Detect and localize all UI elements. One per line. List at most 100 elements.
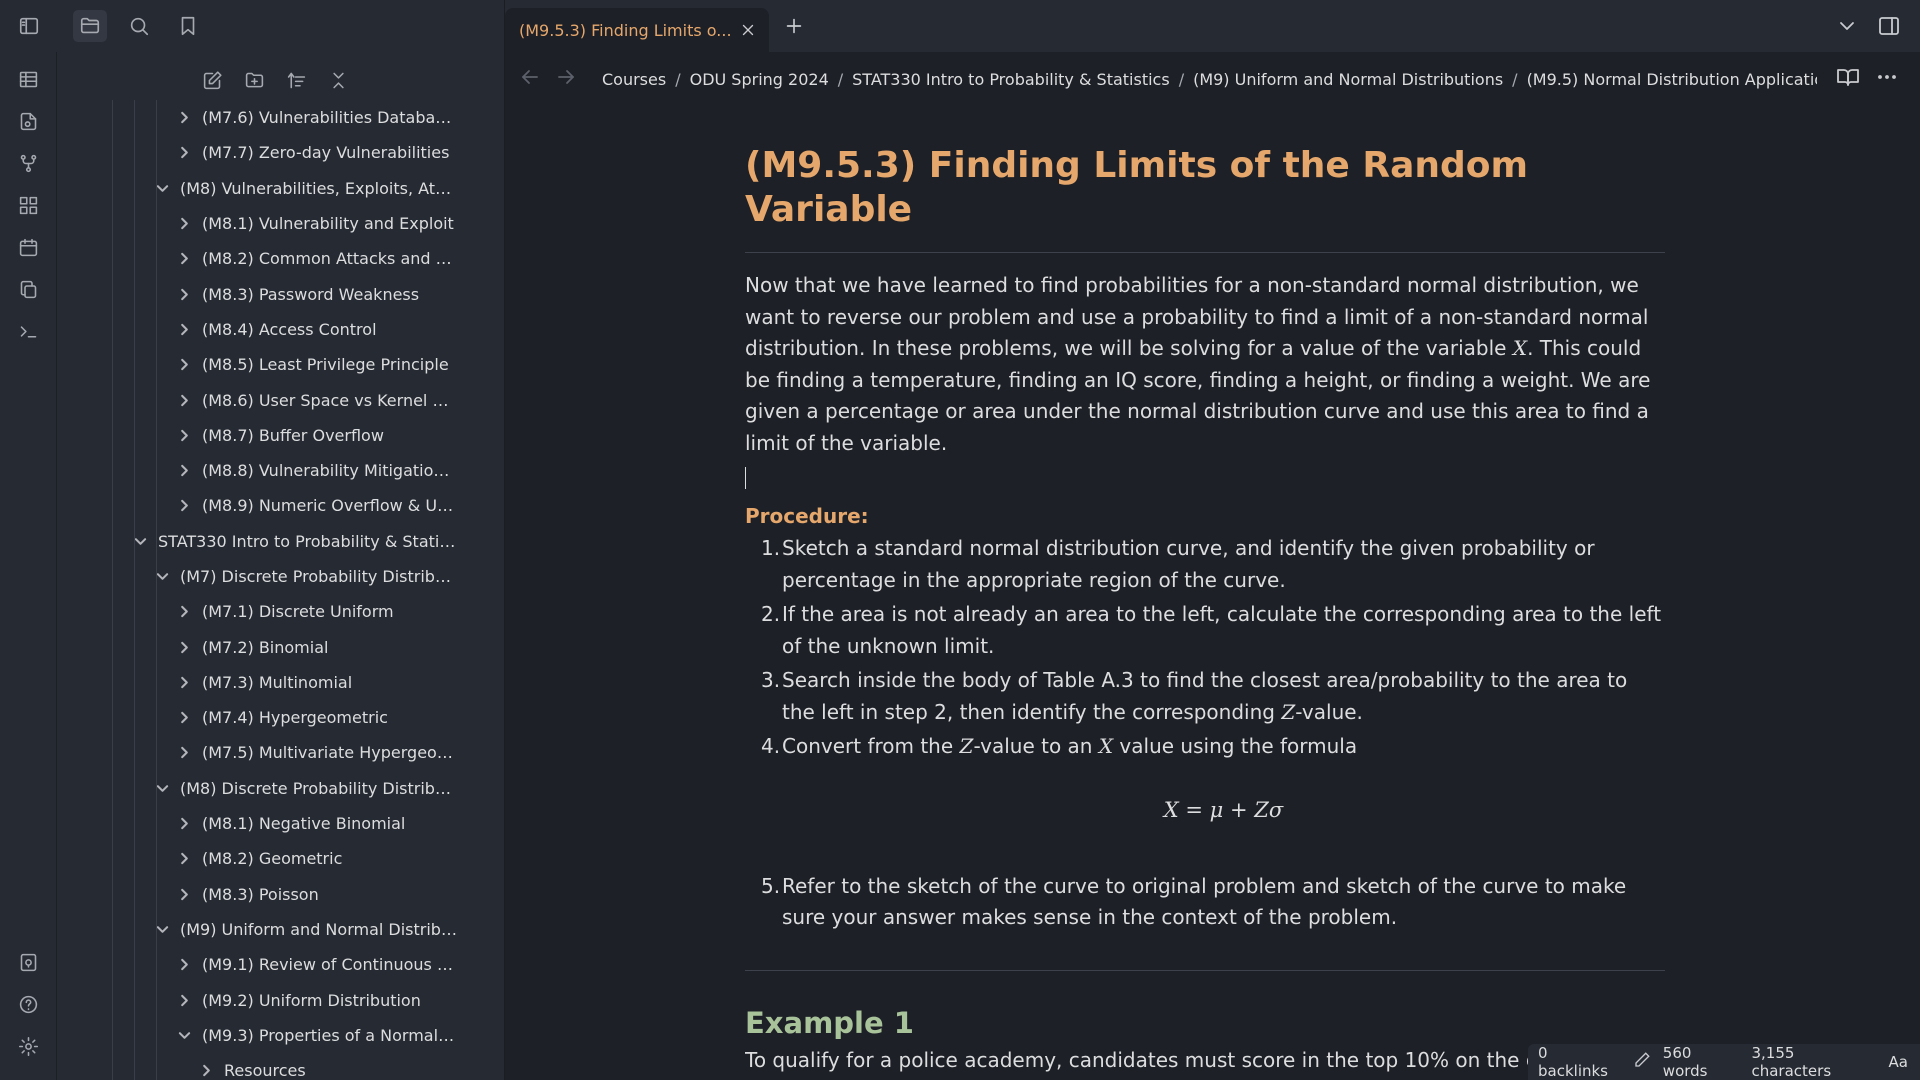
ribbon-open-file-button[interactable] — [12, 105, 44, 137]
breadcrumb-item[interactable]: (M9) Uniform and Normal Distributions — [1193, 70, 1503, 89]
chevron-right-icon[interactable] — [177, 252, 191, 266]
tree-item[interactable]: (M8.2) Geometric — [57, 841, 492, 876]
divider — [745, 969, 1665, 971]
tree-item[interactable]: Resources — [57, 1053, 492, 1080]
chevron-right-icon[interactable] — [177, 852, 191, 866]
chevron-right-icon[interactable] — [177, 499, 191, 513]
back-button[interactable] — [518, 65, 542, 89]
ribbon-table-button[interactable] — [12, 63, 44, 95]
chevron-down-icon[interactable] — [155, 181, 169, 195]
chevron-right-icon[interactable] — [177, 605, 191, 619]
tree-item[interactable]: STAT330 Intro to Probability & Statistic… — [57, 524, 492, 559]
more-options-button[interactable] — [1875, 65, 1899, 89]
ribbon-canvas-button[interactable] — [12, 189, 44, 221]
breadcrumb-item[interactable]: ODU Spring 2024 — [690, 70, 829, 89]
chevron-down-icon[interactable] — [133, 534, 147, 548]
tree-item[interactable]: (M8.6) User Space vs Kernel Spac... — [57, 382, 492, 417]
chevron-right-icon[interactable] — [177, 464, 191, 478]
ribbon-help-button[interactable] — [12, 988, 44, 1020]
tree-item[interactable]: (M7.5) Multivariate Hypergeometr... — [57, 735, 492, 770]
new-tab-button[interactable] — [783, 15, 805, 37]
breadcrumb-item[interactable]: (M9.5) Normal Distribution Applications — [1527, 70, 1817, 89]
tab-close-button[interactable] — [739, 21, 757, 39]
tree-item[interactable]: (M7.1) Discrete Uniform — [57, 594, 492, 629]
tree-item[interactable]: (M8.2) Common Attacks and Atta... — [57, 241, 492, 276]
breadcrumb-item[interactable]: STAT330 Intro to Probability & Statistic… — [852, 70, 1170, 89]
chevron-down-icon[interactable] — [177, 1028, 191, 1042]
edit-mode-indicator[interactable] — [1633, 1051, 1651, 1073]
sidebar-resize-handle[interactable] — [492, 0, 505, 1080]
tree-item[interactable]: (M9) Uniform and Normal Distributi... — [57, 912, 492, 947]
ribbon-terminal-button[interactable] — [12, 315, 44, 347]
chevron-right-icon[interactable] — [199, 1064, 213, 1078]
chevron-right-icon[interactable] — [177, 322, 191, 336]
reading-view-button[interactable] — [1836, 65, 1860, 89]
chevron-right-icon[interactable] — [177, 393, 191, 407]
tree-item[interactable]: (M9.2) Uniform Distribution — [57, 982, 492, 1017]
chevron-right-icon[interactable] — [177, 640, 191, 654]
chevron-down-icon[interactable] — [155, 922, 169, 936]
tree-item[interactable]: (M7.6) Vulnerabilities Databases — [57, 100, 492, 135]
ribbon-daily-note-button[interactable] — [12, 231, 44, 263]
tree-item[interactable]: (M8.4) Access Control — [57, 312, 492, 347]
folder-icon — [80, 17, 100, 34]
tree-item[interactable]: (M8.1) Vulnerability and Exploit — [57, 206, 492, 241]
tree-item[interactable]: (M8.7) Buffer Overflow — [57, 418, 492, 453]
status-bar: 0 backlinks 560 words 3,155 characters A… — [1528, 1044, 1920, 1080]
tree-item[interactable]: (M7.3) Multinomial — [57, 665, 492, 700]
chevron-right-icon[interactable] — [177, 746, 191, 760]
chevron-right-icon[interactable] — [177, 958, 191, 972]
tree-item[interactable]: (M7) Discrete Probability Distributio... — [57, 559, 492, 594]
search-tab[interactable] — [122, 10, 156, 42]
chevron-right-icon[interactable] — [177, 817, 191, 831]
chevron-right-icon[interactable] — [177, 111, 191, 125]
chevron-right-icon[interactable] — [177, 711, 191, 725]
tree-item-label: (M8.2) Geometric — [202, 849, 343, 869]
tree-item-label: (M8.3) Password Weakness — [202, 284, 420, 304]
note-editor[interactable]: (M9.5.3) Finding Limits of the Random Va… — [745, 102, 1665, 1080]
ribbon-settings-button[interactable] — [12, 1030, 44, 1062]
toggle-sidebar-button[interactable] — [12, 10, 46, 42]
new-folder-button[interactable] — [239, 66, 270, 94]
ribbon-vault-button[interactable] — [12, 946, 44, 978]
chevron-right-icon[interactable] — [177, 146, 191, 160]
tab-list-button[interactable] — [1835, 14, 1859, 38]
forward-button[interactable] — [554, 65, 578, 89]
new-note-button[interactable] — [197, 66, 228, 94]
toggle-right-sidebar-button[interactable] — [1877, 14, 1901, 38]
tree-item[interactable]: (M9.3) Properties of a Normal Dist... — [57, 1018, 492, 1053]
chevron-right-icon[interactable] — [177, 428, 191, 442]
tree-item[interactable]: (M9.1) Review of Continuous Rand... — [57, 947, 492, 982]
tree-item[interactable]: (M7.2) Binomial — [57, 629, 492, 664]
bookmarks-tab[interactable] — [171, 10, 205, 42]
tree-item[interactable]: (M8.3) Password Weakness — [57, 276, 492, 311]
tree-item[interactable]: (M8.3) Poisson — [57, 877, 492, 912]
tree-item[interactable]: (M8) Vulnerabilities, Exploits, Attack..… — [57, 171, 492, 206]
tree-item-label: (M8.6) User Space vs Kernel Spac... — [202, 390, 457, 410]
chevron-right-icon[interactable] — [177, 287, 191, 301]
tree-item[interactable]: (M8.5) Least Privilege Principle — [57, 347, 492, 382]
sort-button[interactable] — [281, 66, 312, 94]
tab-active-note[interactable]: (M9.5.3) Finding Limits o... — [505, 8, 769, 52]
tree-item[interactable]: (M7.4) Hypergeometric — [57, 700, 492, 735]
chevron-right-icon[interactable] — [177, 675, 191, 689]
chevron-right-icon[interactable] — [177, 217, 191, 231]
font-toggle[interactable]: Aa — [1889, 1053, 1908, 1071]
tree-item[interactable]: (M8.1) Negative Binomial — [57, 806, 492, 841]
backlinks-count[interactable]: 0 backlinks — [1538, 1044, 1621, 1080]
tree-item[interactable]: (M8.9) Numeric Overflow & Under... — [57, 488, 492, 523]
chevron-down-icon[interactable] — [155, 781, 169, 795]
chevron-right-icon[interactable] — [177, 993, 191, 1007]
chevron-right-icon[interactable] — [177, 887, 191, 901]
file-explorer-tab[interactable] — [73, 10, 107, 42]
tree-item[interactable]: (M8) Discrete Probability Distributio... — [57, 771, 492, 806]
ribbon-templates-button[interactable] — [12, 273, 44, 305]
tree-item[interactable]: (M8.8) Vulnerability Mitigation an... — [57, 453, 492, 488]
breadcrumb-item[interactable]: Courses — [602, 70, 666, 89]
sidebar-icon — [19, 17, 39, 35]
tree-item[interactable]: (M7.7) Zero-day Vulnerabilities — [57, 135, 492, 170]
chevron-down-icon[interactable] — [155, 570, 169, 584]
collapse-all-button[interactable] — [323, 66, 354, 94]
ribbon-graph-button[interactable] — [12, 147, 44, 179]
chevron-right-icon[interactable] — [177, 358, 191, 372]
